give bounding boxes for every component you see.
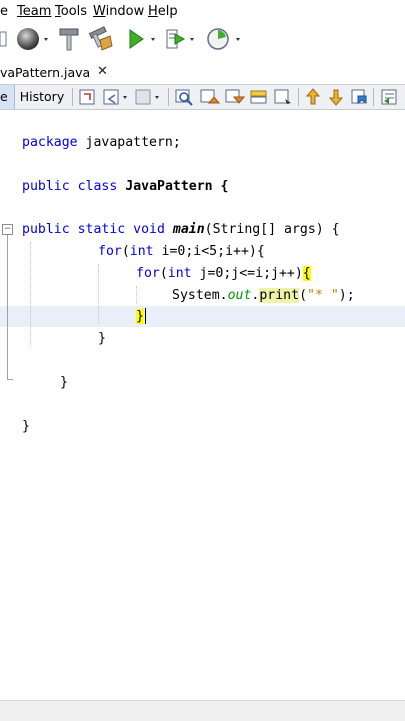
find-previous-icon[interactable] [199,87,221,107]
keyword: int [129,244,154,259]
code-line-5: for(int j=0;j<=i;j++){ [136,266,311,281]
static-field: out [227,288,252,303]
menu-file[interactable]: e [0,4,8,19]
profile-icon[interactable] [204,24,244,54]
keyword: public [22,179,70,194]
matched-brace: } [136,309,144,324]
toolbar-separator [298,88,299,106]
find-next-icon[interactable] [224,87,246,107]
status-bar [0,700,405,721]
code-text: ( [159,266,168,281]
code-line-3: public static void main(String[] args) { [22,222,340,237]
string-literal: "* " [307,288,339,303]
keyword: class [77,179,118,194]
menu-help-label: elp [157,4,178,19]
menu-team[interactable]: Team [17,4,51,19]
keyword: int [167,266,192,281]
menu-window[interactable]: Window [93,4,144,19]
toolbar-separator [72,88,73,106]
method-call: print [259,288,300,303]
menu-tools-label: ools [60,4,88,19]
toolbar-separator [373,88,374,106]
fold-end [7,379,13,380]
code-line-4: for(int i=0;i<5;i++){ [98,244,265,259]
indent-guide [136,286,137,304]
forward-icon[interactable] [134,87,164,107]
source-tab[interactable]: e [0,85,15,109]
previous-bookmark-icon[interactable] [303,87,325,107]
code-text: j=0;j<=i;j++) [191,266,303,281]
menu-bar: e Team Tools Window Help [0,0,405,24]
find-selection-icon[interactable] [174,87,196,107]
menu-help-mnemonic: H [148,4,158,19]
source-tab-label: e [0,89,8,104]
menu-tools[interactable]: Tools [55,4,87,19]
history-tab-label: History [19,89,65,104]
code-text: ( [121,244,130,259]
code-line-10: } [22,419,30,434]
code-line-1: package javapattern; [22,135,181,150]
tab-javapattern[interactable]: vaPattern.java [0,60,112,84]
close-icon[interactable]: ✕ [97,64,108,79]
code-line-7: } [136,309,144,324]
current-line-highlight [0,306,405,327]
shift-line-left-icon[interactable] [379,87,401,107]
code-text: } [22,419,30,434]
fold-line [7,235,8,380]
code-text: } [98,331,106,346]
indent-guide [98,264,99,324]
code-line-8: } [98,331,106,346]
debug-icon[interactable] [164,24,198,54]
keyword: public static void [22,222,165,237]
keyword: for [136,266,160,281]
hammer-icon[interactable] [56,24,82,54]
toggle-rectangular-selection-icon[interactable] [273,87,295,107]
new-project-icon[interactable] [0,24,8,54]
code-line-9: } [60,375,68,390]
menu-help[interactable]: Help [148,4,178,19]
tab-label: vaPattern.java [0,64,91,80]
menu-window-mnemonic: W [93,4,106,19]
keyword: package [22,135,78,150]
text-caret [145,308,146,324]
run-icon[interactable] [126,24,160,54]
toggle-bookmark-icon[interactable] [349,87,371,107]
clean-build-icon[interactable] [86,24,116,54]
back-icon[interactable] [102,87,132,107]
code-text: JavaPattern { [125,179,229,194]
code-editor[interactable]: − package javapattern; public class Java… [0,110,405,700]
globe-icon[interactable] [14,24,54,54]
toggle-highlight-icon[interactable] [249,87,271,107]
matched-brace: { [302,266,311,281]
code-line-6: System.out.print("* "); [172,288,355,303]
code-text: javapattern; [77,135,181,150]
next-bookmark-icon[interactable] [326,87,348,107]
code-text: i=0;i<5;i++){ [153,244,265,259]
indent-guide [30,242,31,346]
last-edit-icon[interactable] [78,87,98,107]
code-text: (String[] args) { [204,222,340,237]
keyword: for [98,244,122,259]
menu-file-label: e [0,4,8,19]
menu-team-label: Team [17,4,52,19]
method-name: main [172,222,205,237]
menu-window-label: indow [105,4,145,19]
editor-tab-row: vaPattern.java ✕ [0,60,405,84]
code-text: ( [299,288,308,303]
fold-collapse-icon[interactable]: − [2,224,13,235]
main-toolbar [0,24,405,58]
code-text: System. [172,288,228,303]
toolbar-separator [168,88,169,106]
code-text: } [60,375,68,390]
code-line-2: public class JavaPattern { [22,179,228,194]
history-tab[interactable]: History [16,85,68,109]
code-text: ); [338,288,355,303]
editor-toolbar: e History [0,84,405,110]
